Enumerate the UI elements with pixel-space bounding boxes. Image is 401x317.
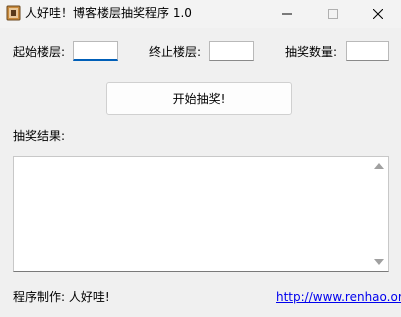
- vertical-scrollbar[interactable]: [371, 157, 388, 271]
- close-button[interactable]: [355, 0, 401, 28]
- result-textarea[interactable]: [13, 156, 389, 272]
- result-label: 抽奖结果:: [13, 129, 66, 143]
- start-floor-label: 起始楼层:: [13, 45, 66, 59]
- minimize-icon: [282, 13, 292, 15]
- title-bar[interactable]: 人好哇！博客楼层抽奖程序 1.0: [0, 0, 401, 28]
- website-link[interactable]: http://www.renhao.org: [276, 289, 401, 305]
- end-floor-input[interactable]: [209, 41, 254, 61]
- close-icon: [373, 9, 383, 19]
- credit-text: 程序制作: 人好哇!: [13, 290, 110, 304]
- scroll-down-icon[interactable]: [374, 259, 384, 265]
- maximize-button[interactable]: [310, 0, 356, 28]
- prize-count-input[interactable]: [346, 41, 389, 61]
- start-floor-input[interactable]: [73, 41, 118, 61]
- maximize-icon: [328, 9, 338, 19]
- app-icon: [6, 5, 21, 21]
- window-title: 人好哇！博客楼层抽奖程序 1.0: [25, 6, 192, 20]
- app-window: 人好哇！博客楼层抽奖程序 1.0 起始楼层: 终止楼层: 抽奖数量: 开始抽奖!…: [0, 0, 401, 317]
- start-draw-button[interactable]: 开始抽奖!: [106, 82, 292, 115]
- end-floor-label: 终止楼层:: [149, 45, 202, 59]
- prize-count-label: 抽奖数量:: [285, 45, 338, 59]
- minimize-button[interactable]: [264, 0, 310, 28]
- scroll-up-icon[interactable]: [374, 163, 384, 169]
